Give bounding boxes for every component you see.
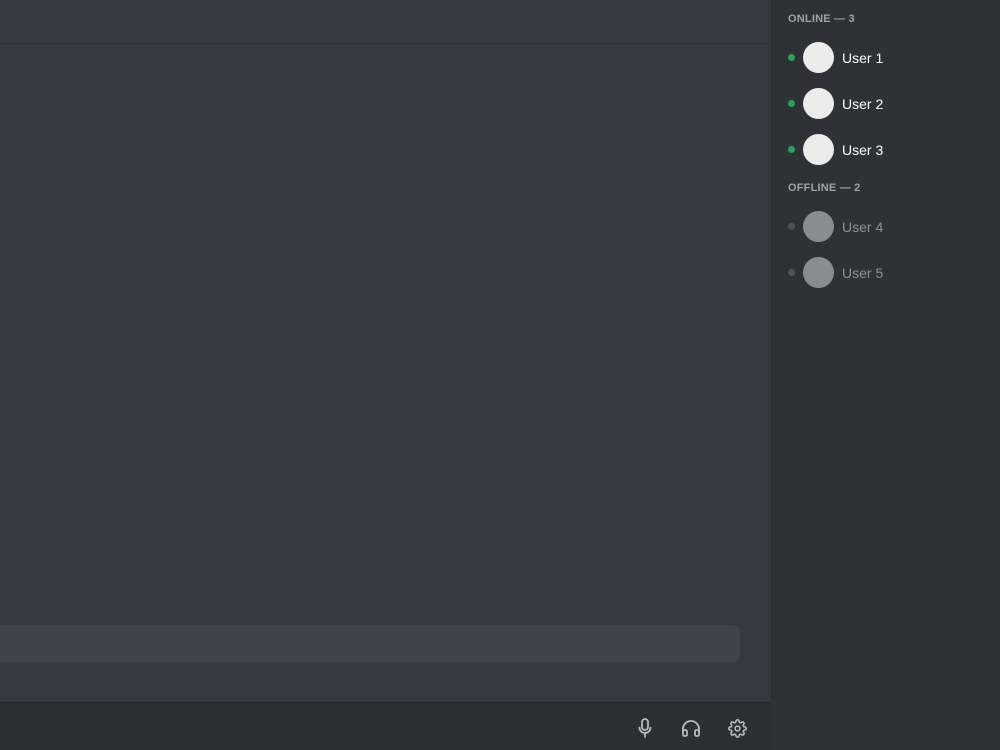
offline-section-header: OFFLINE — 2 [788,182,861,194]
member-name: User 5 [842,265,884,281]
avatar [803,211,834,242]
microphone-icon[interactable] [634,717,656,739]
voice-controls-bar [0,702,771,750]
offline-status-icon [788,269,795,276]
main-chat-area [0,0,771,750]
avatar [803,257,834,288]
avatar [803,88,834,119]
member-name: User 3 [842,142,884,158]
member-name: User 1 [842,50,884,66]
online-status-icon [788,146,795,153]
avatar [803,42,834,73]
message-list [0,44,771,624]
avatar [803,134,834,165]
online-status-icon [788,100,795,107]
offline-status-icon [788,223,795,230]
headphones-icon[interactable] [680,717,702,739]
message-composer[interactable] [0,625,740,662]
message-input[interactable] [0,625,740,662]
member-list-sidebar: ONLINE — 3 User 1 User 2 User 3 OFFLINE … [771,0,1000,750]
online-status-icon [788,54,795,61]
member-item-online[interactable]: User 2 [786,87,986,121]
member-name: User 4 [842,219,884,235]
chat-app: ONLINE — 3 User 1 User 2 User 3 OFFLINE … [0,0,1000,750]
member-item-offline[interactable]: User 4 [786,210,986,244]
member-item-online[interactable]: User 3 [786,133,986,167]
online-section-header: ONLINE — 3 [788,13,855,25]
member-item-offline[interactable]: User 5 [786,256,986,290]
channel-header-bar [0,0,771,44]
member-name: User 2 [842,96,884,112]
gear-icon[interactable] [726,717,748,739]
member-item-online[interactable]: User 1 [786,41,986,75]
